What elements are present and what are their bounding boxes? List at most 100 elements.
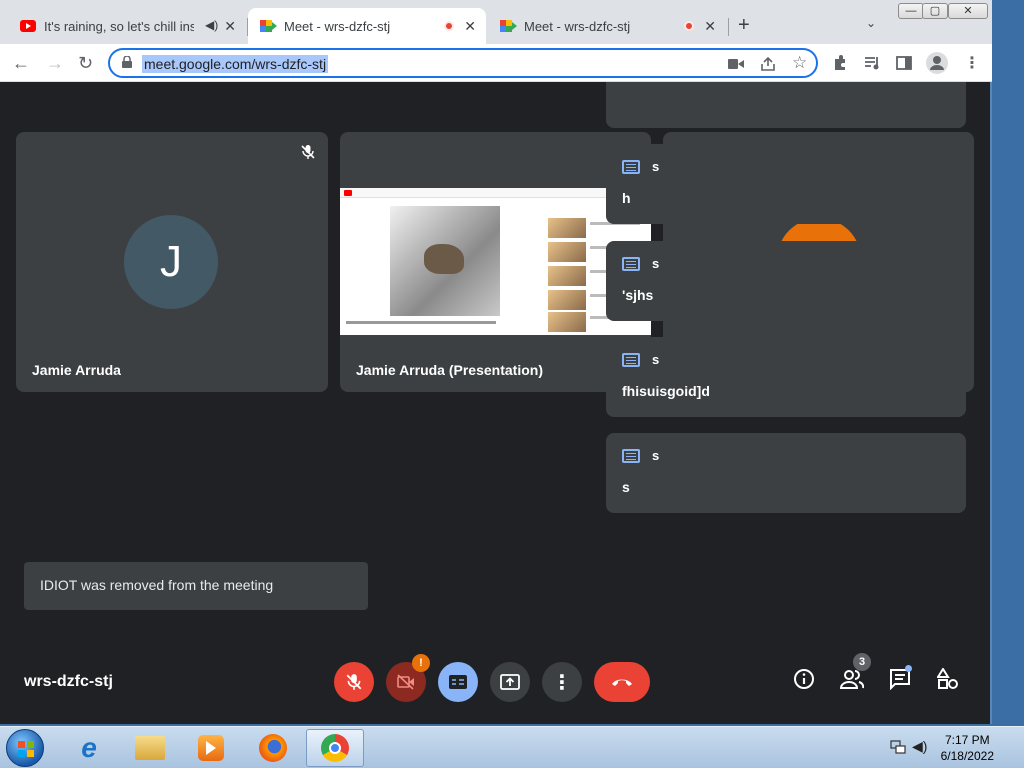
chrome-icon [321,734,349,762]
microphone-toggle-button[interactable] [334,662,374,702]
speaker-icon[interactable]: ◀) [205,18,218,32]
profile-avatar[interactable] [926,52,948,74]
text-line [346,321,496,324]
system-clock[interactable]: 7:17 PM 6/18/2022 [941,732,994,764]
chat-header: s [622,256,659,271]
participant-name: Jamie Arruda (Presentation) [356,362,543,378]
avatar: J [124,215,218,309]
more-options-button[interactable]: ⋮ [542,662,582,702]
meeting-info-icon[interactable] [793,668,815,690]
address-bar[interactable]: meet.google.com/wrs-dzfc-stj ☆ [108,48,818,78]
captions-button[interactable] [438,662,478,702]
presentation-tile[interactable]: Jamie Arruda (Presentation) [340,132,651,392]
chat-header: s [622,159,659,174]
chat-icon [622,448,640,463]
network-icon[interactable] [890,739,906,755]
shared-screen [340,188,651,335]
youtube-logo [344,190,352,196]
bookmark-star-icon[interactable]: ☆ [792,53,807,73]
tab-separator [728,18,729,36]
youtube-icon [20,20,36,32]
person-icon [930,56,944,70]
camera-in-use-icon[interactable] [728,58,744,70]
lock-icon [122,56,132,68]
mic-off-icon [301,145,315,159]
tab-strip: It's raining, so let's chill inside ◀) ✕… [0,0,992,44]
chat-notification[interactable]: s s [606,433,966,513]
tab-search-button[interactable]: ⌄ [866,16,876,30]
captions-icon [449,675,467,689]
people-icon[interactable] [840,668,864,690]
meeting-code[interactable]: wrs-dzfc-stj [24,673,113,691]
leave-call-button[interactable] [594,662,650,702]
camera-off-icon [397,674,414,690]
forward-icon[interactable]: → [46,53,64,74]
related-video-thumbnail [548,266,586,286]
tab-title: Meet - wrs-dzfc-stj [524,18,631,34]
media-player-icon [198,735,224,761]
browser-toolbar: ← → ↻ meet.google.com/wrs-dzfc-stj ☆ ⋮ [0,44,992,82]
clock-date: 6/18/2022 [940,749,994,763]
maximize-button[interactable]: ▢ [922,3,948,19]
chat-message: s [622,479,630,495]
start-button[interactable] [6,729,44,767]
close-icon[interactable]: ✕ [464,18,476,35]
back-icon[interactable]: ← [12,53,30,74]
chat-notification[interactable]: doid [606,82,966,128]
people-count-badge: 3 [853,653,871,671]
more-menu-icon[interactable]: ⋮ [964,53,980,73]
camera-toggle-button[interactable]: ! [386,654,430,702]
minimize-button[interactable]: — [898,3,924,19]
activities-icon[interactable] [937,668,959,690]
new-tab-button[interactable]: + [738,14,750,37]
volume-icon[interactable]: ◀) [912,738,927,755]
camera-alert-badge: ! [412,654,430,672]
meet-icon [260,20,277,32]
tab-youtube[interactable]: It's raining, so let's chill inside ◀) ✕ [8,8,246,44]
taskbar-chrome[interactable] [306,729,364,767]
media-control-icon[interactable] [864,55,882,71]
recording-icon [444,21,454,31]
windows-logo-icon [18,741,34,757]
chat-notification[interactable]: s 'sjhs [606,241,966,321]
chat-message: 'sjhs [622,287,654,303]
related-video-thumbnail [548,312,586,332]
chat-sender: s [652,352,660,367]
taskbar-firefox[interactable] [244,729,302,767]
reload-icon[interactable]: ↻ [78,53,93,74]
shared-screen-header [340,188,651,198]
chat-notification[interactable]: s fhisuisgoid]d [606,337,966,417]
chat-sender: s [652,159,660,174]
chat-message: h [622,190,631,206]
related-video-thumbnail [548,242,586,262]
url-text[interactable]: meet.google.com/wrs-dzfc-stj [142,55,329,73]
meet-icon [500,20,517,32]
participant-tile[interactable]: J Jamie Arruda [16,132,328,392]
chat-sender: s [652,256,660,271]
more-vert-icon: ⋮ [552,671,572,694]
taskbar-file-explorer[interactable] [121,729,179,767]
tab-title: Meet - wrs-dzfc-stj [284,18,391,34]
side-panel-icon[interactable] [896,55,912,71]
chat-unread-dot [905,665,912,672]
chat-header: s [622,448,659,463]
video-thumbnail [390,206,500,316]
mic-off-icon [346,674,362,690]
chat-notification[interactable]: s h [606,144,966,224]
taskbar: e ◀) 7:17 PM 6/18/2022 [0,726,1024,768]
present-screen-button[interactable] [490,662,530,702]
share-icon[interactable] [760,56,776,72]
chat-sender: s [652,448,660,463]
browser-window: It's raining, so let's chill inside ◀) ✕… [0,0,992,724]
extensions-icon[interactable] [832,55,848,71]
window-close-button[interactable]: ✕ [948,3,988,19]
tab-meet[interactable]: Meet - wrs-dzfc-stj ✕ [488,8,726,44]
internet-explorer-icon: e [81,732,97,763]
tab-meet-active[interactable]: Meet - wrs-dzfc-stj ✕ [248,8,486,44]
chat-message: fhisuisgoid]d [622,383,710,399]
close-icon[interactable]: ✕ [224,18,236,35]
taskbar-media-player[interactable] [182,729,240,767]
chat-icon [622,256,640,271]
close-icon[interactable]: ✕ [704,18,716,35]
taskbar-internet-explorer[interactable]: e [60,729,118,767]
